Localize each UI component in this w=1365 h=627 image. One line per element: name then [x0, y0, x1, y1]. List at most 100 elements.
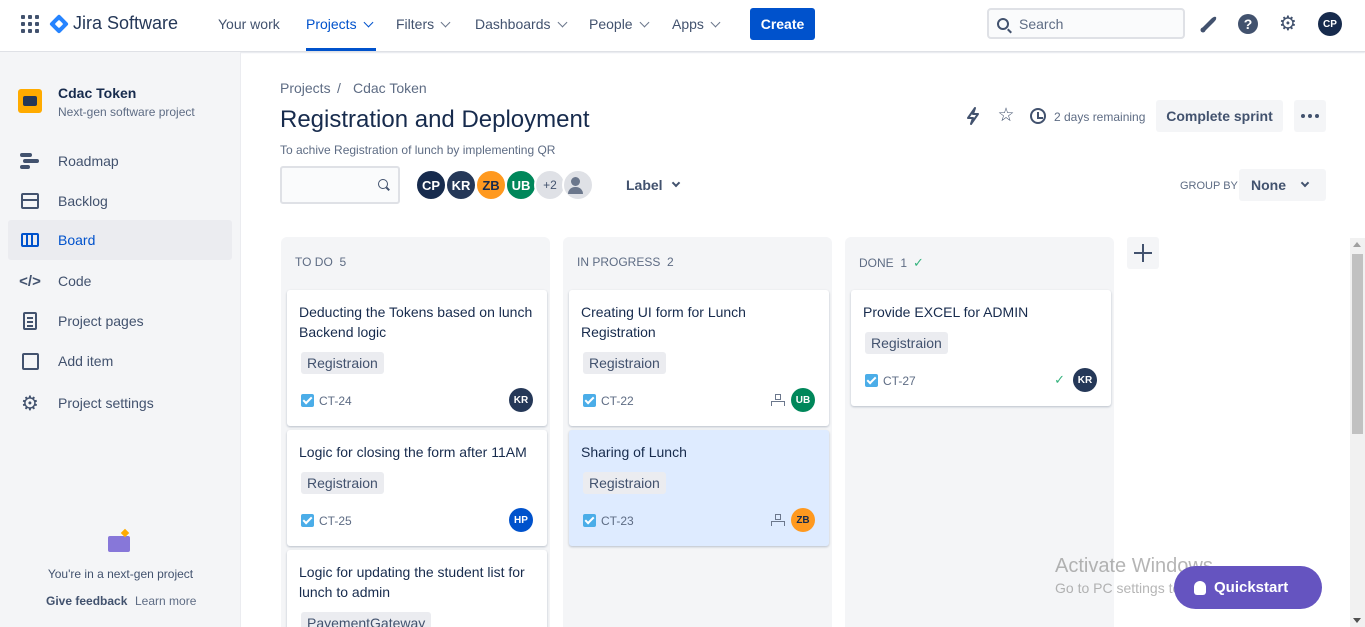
issue-card[interactable]: Deducting the Tokens based on lunch Back…: [287, 290, 547, 426]
sidebar-item-roadmap[interactable]: Roadmap: [8, 141, 232, 181]
brand-name: Jira Software: [73, 13, 179, 33]
filter-avatar-cp[interactable]: CP: [415, 169, 447, 201]
settings-gear-icon[interactable]: ⚙: [1278, 14, 1298, 34]
issue-key[interactable]: CT-27: [883, 374, 916, 388]
learn-more-link[interactable]: Learn more: [135, 594, 196, 608]
resolved-check-icon: ✓: [1054, 372, 1065, 387]
nav-apps[interactable]: Apps: [672, 16, 721, 32]
nav-your-work[interactable]: Your work: [218, 16, 280, 32]
sidebar-item-label: Board: [58, 232, 96, 248]
star-icon[interactable]: ☆: [996, 106, 1016, 126]
chevron-down-icon: [639, 17, 650, 27]
global-search[interactable]: [987, 8, 1185, 39]
scroll-up-arrow-icon[interactable]: [1353, 242, 1361, 247]
sidebar-item-add-item[interactable]: Add item: [8, 341, 232, 381]
filter-avatar-kr[interactable]: KR: [445, 169, 477, 201]
app-switcher-icon[interactable]: [21, 15, 39, 33]
add-item-icon: [20, 351, 40, 371]
chevron-down-icon: [1300, 178, 1310, 188]
assignee-avatar[interactable]: KR: [509, 388, 533, 412]
assignee-avatar[interactable]: ZB: [791, 508, 815, 532]
issue-card[interactable]: Logic for closing the form after 11AM Re…: [287, 430, 547, 546]
vertical-scrollbar[interactable]: [1350, 238, 1365, 627]
more-actions-button[interactable]: [1294, 100, 1326, 132]
create-button[interactable]: Create: [750, 8, 815, 40]
subtask-icon: [771, 394, 785, 406]
label-tag: PayementGateway: [301, 612, 432, 627]
nav-dashboards-label: Dashboards: [475, 16, 551, 32]
chevron-down-icon: [557, 17, 567, 27]
chevron-down-icon: [363, 17, 374, 27]
issue-card[interactable]: Logic for updating the student list for …: [287, 550, 547, 627]
sidebar-item-board[interactable]: Board: [8, 220, 232, 260]
sidebar-item-project-pages[interactable]: Project pages: [8, 301, 232, 341]
nav-projects[interactable]: Projects: [306, 16, 374, 32]
nav-dashboards[interactable]: Dashboards: [475, 16, 567, 32]
issue-card-selected[interactable]: Sharing of Lunch Registraion CT-23 ZB: [569, 430, 829, 546]
notifications-icon[interactable]: [1198, 14, 1218, 34]
active-nav-indicator: [306, 48, 376, 51]
label-filter-dropdown[interactable]: Label: [626, 177, 680, 193]
automation-lightning-icon[interactable]: [963, 106, 983, 126]
sprint-remaining: 2 days remaining: [1054, 110, 1146, 124]
assignee-avatar[interactable]: UB: [791, 388, 815, 412]
nav-projects-label: Projects: [306, 16, 357, 32]
sidebar-item-label: Backlog: [58, 193, 108, 209]
filter-avatar-zb[interactable]: ZB: [475, 169, 507, 201]
assignee-avatar[interactable]: HP: [509, 508, 533, 532]
help-icon[interactable]: ?: [1238, 14, 1258, 34]
nav-people[interactable]: People: [589, 16, 650, 32]
add-column-button[interactable]: [1127, 237, 1159, 269]
issue-title: Deducting the Tokens based on lunch Back…: [299, 304, 533, 340]
done-check-icon: ✓: [913, 255, 924, 270]
issue-key[interactable]: CT-22: [601, 394, 634, 408]
folder-sparkle-icon: [108, 536, 130, 552]
page-title: Registration and Deployment: [280, 106, 590, 133]
sidebar-item-code[interactable]: </> Code: [8, 261, 232, 301]
column-name: TO DO: [295, 255, 333, 269]
issue-card[interactable]: Creating UI form for Lunch Registration …: [569, 290, 829, 426]
column-count: 1: [900, 256, 908, 270]
jira-logo[interactable]: Jira Software: [49, 13, 179, 34]
label-tag: Registraion: [583, 472, 666, 494]
nav-filters[interactable]: Filters: [396, 16, 451, 32]
label-tag: Registraion: [583, 352, 666, 374]
issue-title: Logic for updating the student list for …: [299, 564, 525, 600]
sidebar-item-project-settings[interactable]: ⚙ Project settings: [8, 383, 232, 423]
group-by-value: None: [1251, 177, 1286, 193]
quickstart-button[interactable]: Quickstart: [1174, 566, 1322, 609]
issue-card[interactable]: Provide EXCEL for ADMIN Registraion CT-2…: [851, 290, 1111, 406]
filter-avatar-ub[interactable]: UB: [505, 169, 537, 201]
project-sidebar: Cdac Token Next-gen software project Roa…: [0, 52, 241, 627]
search-input[interactable]: [1019, 15, 1169, 32]
task-type-icon: [583, 514, 596, 527]
group-by-dropdown[interactable]: None: [1239, 169, 1326, 201]
label-tag: Registraion: [865, 332, 948, 354]
nav-people-label: People: [589, 16, 633, 32]
issue-key[interactable]: CT-25: [319, 514, 352, 528]
page-icon: [20, 311, 40, 331]
column-header: DONE 1 ✓: [859, 255, 924, 271]
give-feedback-link[interactable]: Give feedback: [46, 594, 127, 608]
column-header: TO DO 5: [295, 255, 346, 269]
assignee-avatar[interactable]: KR: [1073, 368, 1097, 392]
add-person-icon[interactable]: [562, 169, 594, 201]
scroll-down-arrow-icon[interactable]: [1353, 618, 1361, 623]
scroll-thumb[interactable]: [1352, 254, 1363, 434]
board-search-input[interactable]: [280, 166, 400, 204]
task-type-icon: [865, 374, 878, 387]
sidebar-item-backlog[interactable]: Backlog: [8, 181, 232, 221]
roadmap-icon: [20, 151, 40, 171]
task-type-icon: [301, 394, 314, 407]
backlog-icon: [20, 191, 40, 211]
breadcrumb-projects[interactable]: Projects: [280, 80, 331, 96]
issue-key[interactable]: CT-24: [319, 394, 352, 408]
breadcrumb-project[interactable]: Cdac Token: [353, 80, 427, 96]
sidebar-item-label: Add item: [58, 353, 114, 369]
profile-avatar[interactable]: CP: [1318, 12, 1342, 36]
project-name[interactable]: Cdac Token: [58, 85, 136, 101]
complete-sprint-button[interactable]: Complete sprint: [1156, 100, 1283, 132]
subtask-icon: [771, 514, 785, 526]
issue-key[interactable]: CT-23: [601, 514, 634, 528]
nav-your-work-label: Your work: [218, 16, 280, 32]
